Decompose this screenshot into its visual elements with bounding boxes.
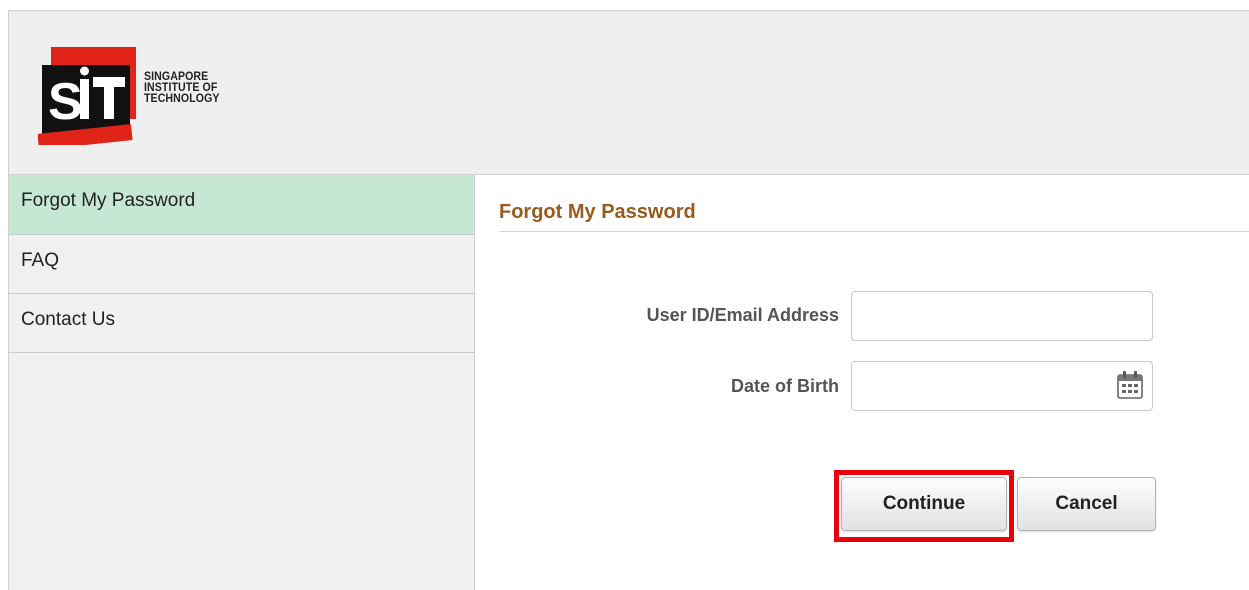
svg-text:S: S: [48, 73, 83, 131]
main-content: Forgot My Password User ID/Email Address…: [475, 175, 1249, 590]
user-id-label: User ID/Email Address: [646, 305, 839, 325]
calendar-icon[interactable]: [1116, 370, 1144, 400]
logo-text: SINGAPORE INSTITUTE OF TECHNOLOGY: [144, 71, 220, 105]
page-frame: S SINGAPORE INSTITUTE OF TECHNOLOGY Forg…: [8, 10, 1249, 590]
sidebar-item-label: Forgot My Password: [21, 190, 196, 211]
cancel-button[interactable]: Cancel: [1017, 477, 1156, 531]
sidebar-item-contact-us[interactable]: Contact Us: [9, 294, 474, 353]
page-title: Forgot My Password: [499, 201, 696, 223]
sidebar-nav: Forgot My Password FAQ Contact Us: [9, 175, 475, 590]
dob-label: Date of Birth: [731, 376, 839, 396]
sidebar-item-forgot-password[interactable]: Forgot My Password: [9, 175, 474, 235]
continue-button[interactable]: Continue: [841, 477, 1007, 531]
logo-line: TECHNOLOGY: [144, 93, 220, 105]
sit-logo: S SINGAPORE INSTITUTE OF TECHNOLOGY: [38, 47, 248, 145]
user-id-input[interactable]: [851, 291, 1153, 341]
sidebar-item-label: Contact Us: [21, 309, 115, 330]
sidebar-item-label: FAQ: [21, 250, 60, 271]
sidebar-item-faq[interactable]: FAQ: [9, 235, 474, 294]
sit-logo-mark: S: [38, 47, 136, 145]
title-divider: [499, 231, 1249, 232]
dob-input[interactable]: [851, 361, 1153, 411]
header-banner: S SINGAPORE INSTITUTE OF TECHNOLOGY: [9, 11, 1249, 175]
